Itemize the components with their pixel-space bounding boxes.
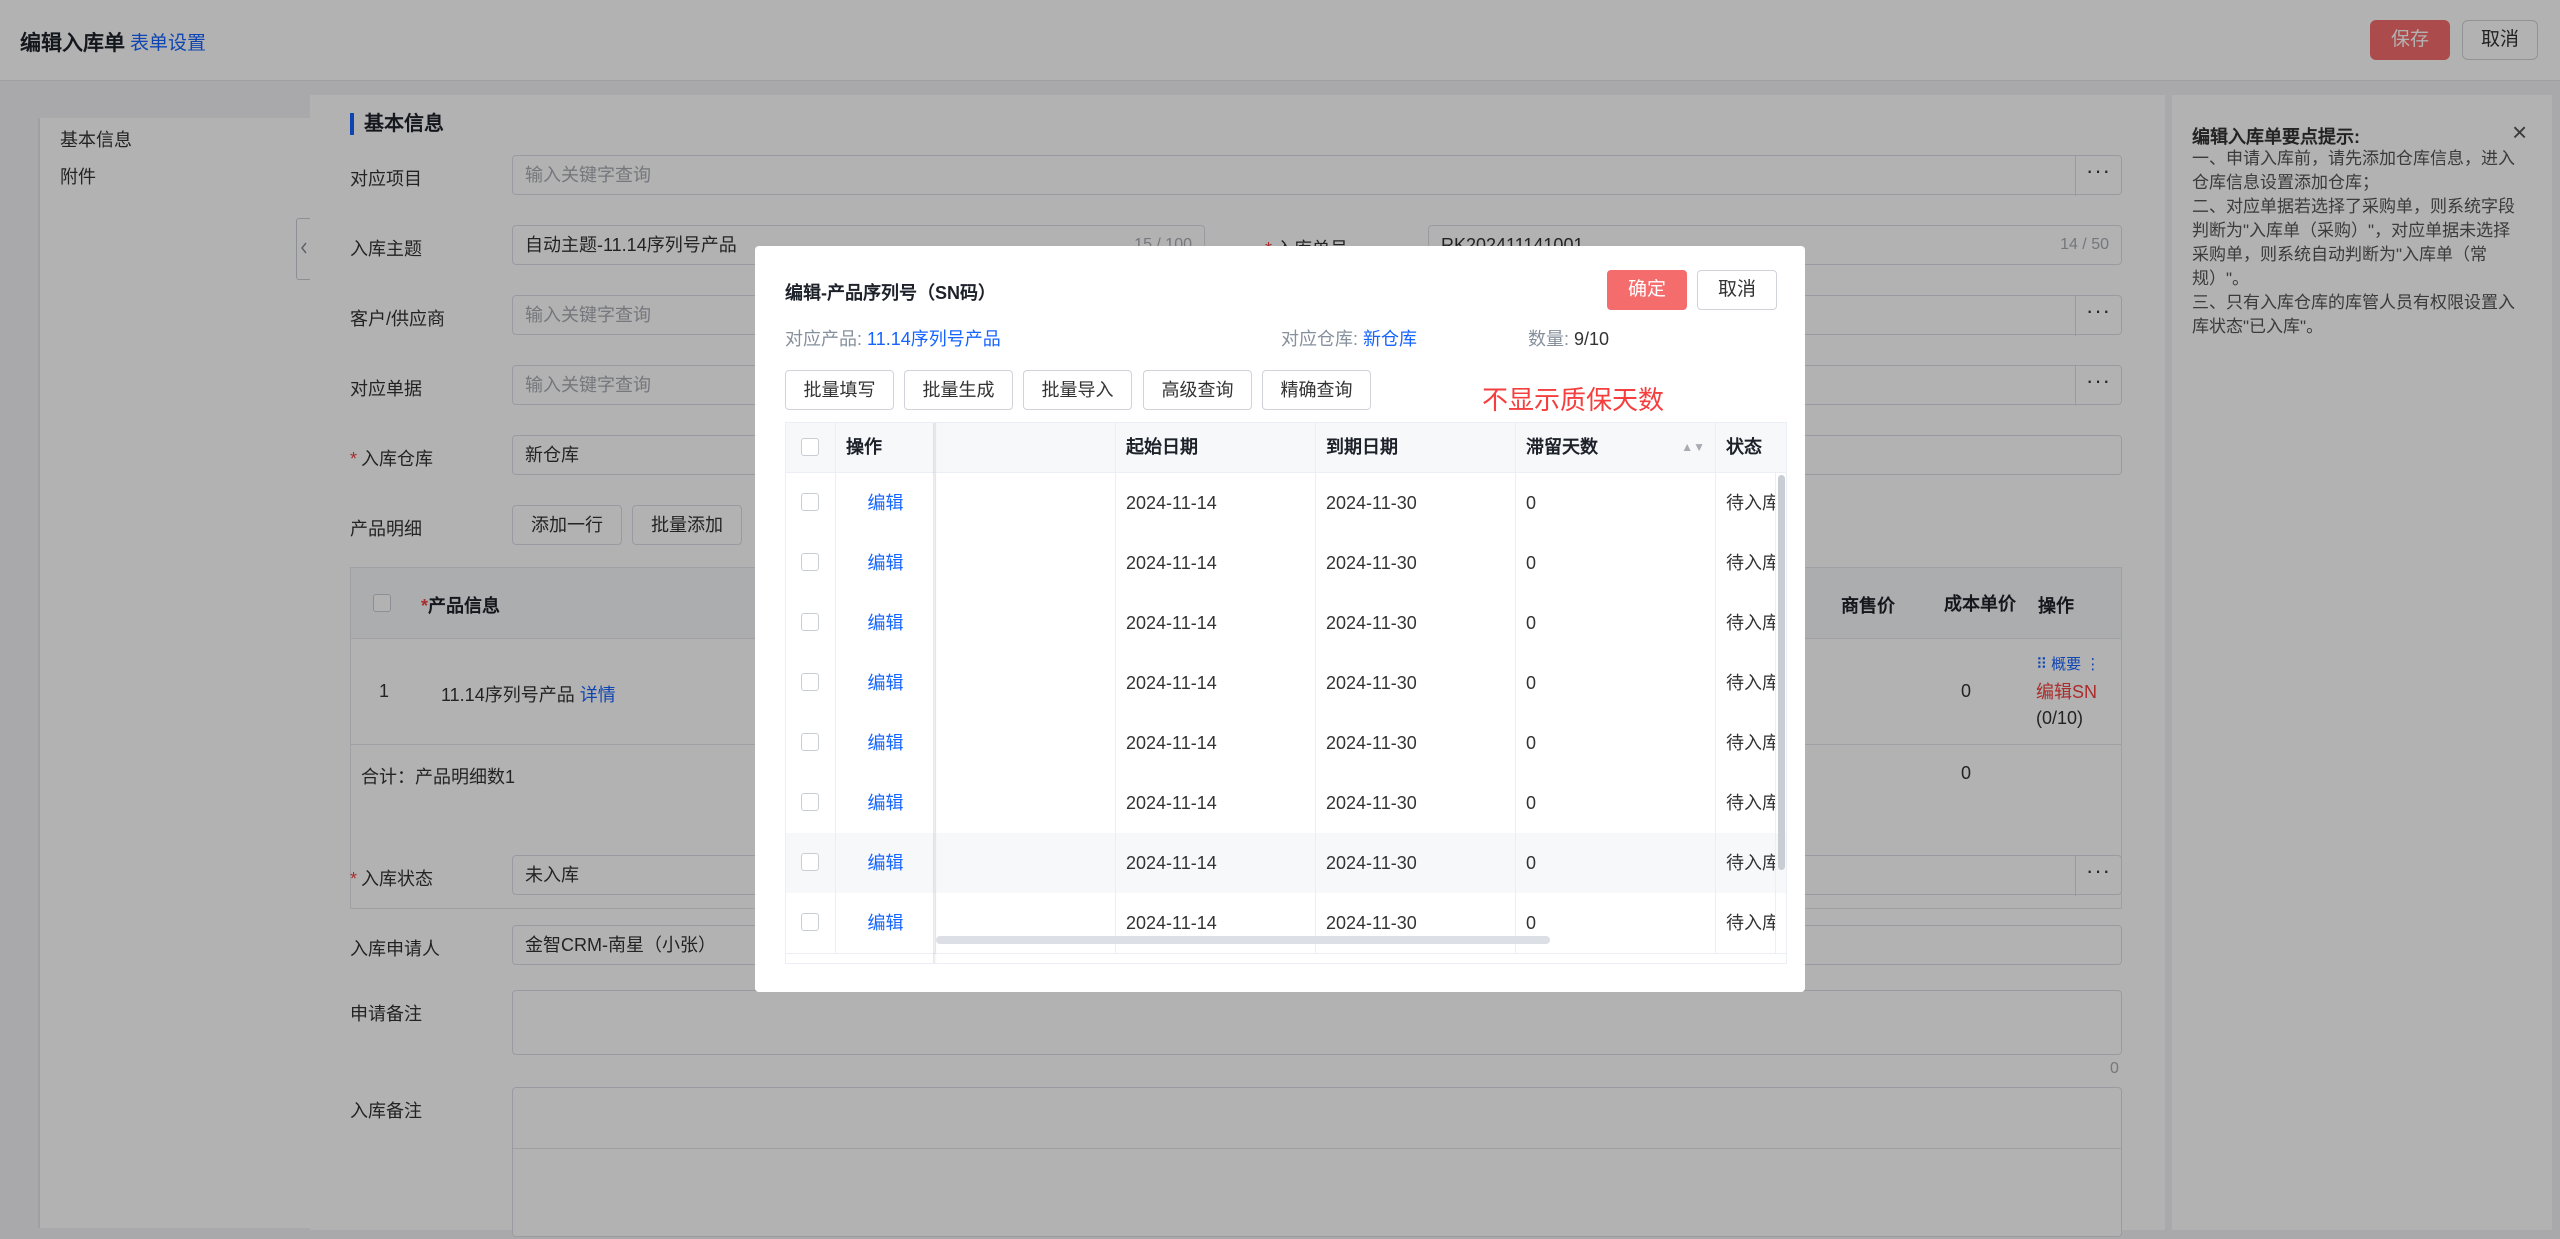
vertical-scrollbar[interactable] (1778, 475, 1785, 870)
stay-days-cell: 0 (1516, 713, 1716, 773)
product-key: 对应产品: (785, 329, 863, 349)
sn-table: 操作 起始日期 到期日期 滞留天数 ▲▼ 状态 编辑 2024-11-14 2024-… (785, 422, 1787, 964)
hidden-cell (936, 893, 1116, 953)
batch-fill-button[interactable]: 批量填写 (785, 370, 894, 410)
header-checkbox-cell (786, 423, 836, 472)
status-cell: 待入库 (1716, 713, 1776, 773)
modal-title: 编辑-产品序列号（SN码） (785, 283, 996, 303)
status-cell: 待入库 (1716, 593, 1776, 653)
col-end-date: 到期日期 (1316, 423, 1516, 472)
col-ops: 操作 (836, 423, 936, 472)
edit-link[interactable]: 编辑 (836, 833, 936, 893)
stay-days-cell: 0 (1516, 773, 1716, 833)
col-status: 状态 (1716, 423, 1786, 472)
end-date-cell: 2024-11-30 (1316, 473, 1516, 533)
hidden-cell (936, 473, 1116, 533)
status-cell: 待入库 (1716, 833, 1776, 893)
row-checkbox-cell (786, 713, 836, 773)
start-date-cell: 2024-11-14 (1116, 893, 1316, 953)
start-date-cell: 2024-11-14 (1116, 593, 1316, 653)
fixed-column-shadow (933, 423, 937, 963)
stay-days-cell: 0 (1516, 833, 1716, 893)
col-start-date: 起始日期 (1116, 423, 1316, 472)
batch-generate-button[interactable]: 批量生成 (904, 370, 1013, 410)
row-checkbox[interactable] (801, 493, 819, 511)
hidden-cell (936, 713, 1116, 773)
stay-days-cell: 0 (1516, 473, 1716, 533)
end-date-cell: 2024-11-30 (1316, 893, 1516, 953)
modal-qty-info: 数量: 9/10 (1528, 325, 1609, 351)
warehouse-key: 对应仓库: (1281, 329, 1359, 349)
row-checkbox[interactable] (801, 733, 819, 751)
end-date-cell: 2024-11-30 (1316, 713, 1516, 773)
edit-link[interactable]: 编辑 (836, 713, 936, 773)
row-checkbox[interactable] (801, 613, 819, 631)
edit-link[interactable]: 编辑 (836, 773, 936, 833)
start-date-cell: 2024-11-14 (1116, 533, 1316, 593)
edit-link[interactable]: 编辑 (836, 533, 936, 593)
product-link[interactable]: 11.14序列号产品 (867, 329, 1001, 349)
qty-value: 9/10 (1574, 329, 1610, 349)
col-hidden (936, 423, 1116, 472)
end-date-cell: 2024-11-30 (1316, 773, 1516, 833)
start-date-cell: 2024-11-14 (1116, 773, 1316, 833)
modal-warehouse-info: 对应仓库: 新仓库 (1281, 325, 1417, 351)
start-date-cell: 2024-11-14 (1116, 713, 1316, 773)
row-checkbox[interactable] (801, 553, 819, 571)
start-date-cell: 2024-11-14 (1116, 833, 1316, 893)
edit-link[interactable]: 编辑 (836, 893, 936, 953)
row-checkbox[interactable] (801, 673, 819, 691)
modal-product-info: 对应产品: 11.14序列号产品 (785, 325, 1001, 351)
stay-days-cell: 0 (1516, 893, 1716, 953)
row-checkbox[interactable] (801, 793, 819, 811)
hidden-cell (936, 773, 1116, 833)
end-date-cell: 2024-11-30 (1316, 533, 1516, 593)
status-cell: 待入库 (1716, 773, 1776, 833)
row-checkbox-cell (786, 533, 836, 593)
col-stay-days-text: 滞留天数 (1526, 437, 1598, 457)
sort-icon[interactable]: ▲▼ (1681, 423, 1705, 472)
hidden-cell (936, 533, 1116, 593)
end-date-cell: 2024-11-30 (1316, 593, 1516, 653)
batch-import-button[interactable]: 批量导入 (1023, 370, 1132, 410)
advanced-query-button[interactable]: 高级查询 (1143, 370, 1252, 410)
row-checkbox-cell (786, 473, 836, 533)
sn-edit-modal: 编辑-产品序列号（SN码） 确定 取消 对应产品: 11.14序列号产品 对应仓… (755, 246, 1805, 992)
select-all-checkbox[interactable] (801, 438, 819, 456)
hidden-cell (936, 653, 1116, 713)
hidden-cell (936, 833, 1116, 893)
confirm-button[interactable]: 确定 (1607, 270, 1687, 310)
status-cell: 待入库 (1716, 473, 1776, 533)
end-date-cell: 2024-11-30 (1316, 653, 1516, 713)
row-checkbox-cell (786, 653, 836, 713)
annotation-text: 不显示质保天数 (1482, 385, 1665, 415)
col-stay-days: 滞留天数 ▲▼ (1516, 423, 1716, 472)
edit-link[interactable]: 编辑 (836, 593, 936, 653)
stay-days-cell: 0 (1516, 653, 1716, 713)
hidden-cell (936, 593, 1116, 653)
horizontal-scrollbar[interactable] (936, 936, 1550, 944)
modal-cancel-button[interactable]: 取消 (1697, 270, 1777, 310)
row-checkbox-cell (786, 593, 836, 653)
qty-key: 数量: (1528, 329, 1570, 349)
end-date-cell: 2024-11-30 (1316, 833, 1516, 893)
row-checkbox[interactable] (801, 853, 819, 871)
warehouse-link[interactable]: 新仓库 (1363, 329, 1417, 349)
status-cell: 待入库 (1716, 893, 1776, 953)
start-date-cell: 2024-11-14 (1116, 653, 1316, 713)
row-checkbox-cell (786, 833, 836, 893)
status-cell: 待入库 (1716, 653, 1776, 713)
exact-query-button[interactable]: 精确查询 (1262, 370, 1371, 410)
edit-link[interactable]: 编辑 (836, 653, 936, 713)
start-date-cell: 2024-11-14 (1116, 473, 1316, 533)
row-checkbox[interactable] (801, 913, 819, 931)
row-checkbox-cell (786, 893, 836, 953)
stay-days-cell: 0 (1516, 533, 1716, 593)
row-checkbox-cell (786, 773, 836, 833)
edit-link[interactable]: 编辑 (836, 473, 936, 533)
stay-days-cell: 0 (1516, 593, 1716, 653)
status-cell: 待入库 (1716, 533, 1776, 593)
